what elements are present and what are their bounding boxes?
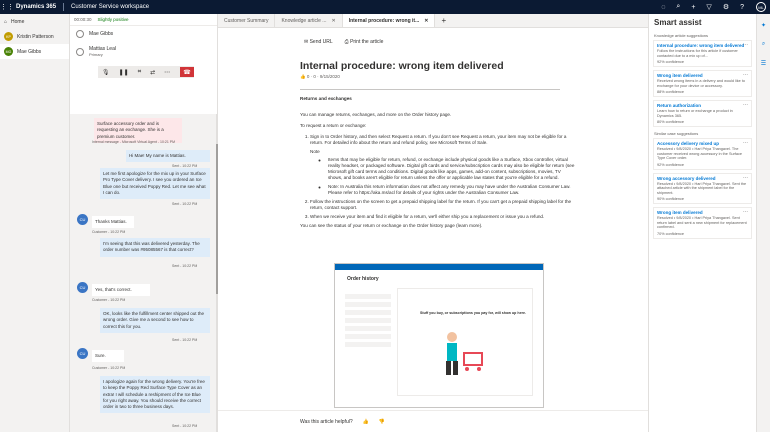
search-icon[interactable]: ⌕ [676,3,680,11]
more-icon[interactable]: ⋯ [743,102,748,108]
article-rating: 👍 0 · 0 · 9/15/2020 [300,74,340,79]
agent-message: OK, looks like the fulfillment center sh… [100,308,210,333]
agent-message: I'm seeing that this was delivered yeste… [100,238,210,257]
party-customer: Mae Gibbs [70,26,217,42]
help-icon[interactable]: ? [740,4,744,11]
more-icon[interactable]: ⋯ [743,209,748,215]
agent-message: Hi Mae! My name is Mattias. [126,150,210,163]
customer-avatar: CU [77,282,88,293]
note-bullet: Items that may be eligible for return, r… [328,157,576,181]
thumbs-down-icon[interactable]: 👎 [379,419,385,425]
end-call-button[interactable]: ☎ [180,67,194,77]
customer-message: Yes, that's correct. [92,284,150,297]
more-icon[interactable]: ⋯ [743,140,748,146]
right-rail: ✦ ⌕ ☰ [756,14,770,432]
more-icon[interactable]: ⋯ [164,69,170,76]
shopping-illustration [446,332,483,375]
close-icon[interactable]: ✕ [424,18,428,24]
thumbs-up-icon[interactable]: 👍 [363,419,369,425]
script-icon[interactable]: ☰ [761,60,766,67]
top-bar: ⋮⋮ Dynamics 365 Customer Service workspa… [0,0,770,14]
conversation-panel: 00:00:30 Slightly positive Mae Gibbs Mat… [70,14,218,432]
tab-customer-summary[interactable]: Customer Summary [218,14,276,27]
step-1: Sign in to Order history, and then selec… [310,134,576,146]
tab-internal-procedure[interactable]: Internal procedure: wrong it... ✕ [342,14,436,27]
order-history-screenshot: Order history Stuff you buy, or subscrip… [334,263,544,408]
person-icon [76,30,84,38]
timer: 00:00:30 [74,17,92,22]
transfer-icon[interactable]: ⇄ [150,69,155,76]
home-icon: ⌂ [4,18,8,25]
send-url-button[interactable]: ✉ Send URL [304,39,333,45]
person-icon [76,48,84,56]
app-launcher-icon[interactable]: ⋮⋮ [0,3,14,11]
sentiment: Slightly positive [97,17,129,22]
step-3: When we receive your item and find it el… [310,214,576,220]
smart-assist-icon[interactable]: ✦ [761,22,766,29]
filter-icon[interactable]: ▽ [706,3,711,11]
case-card[interactable]: ⋯ Wrong accessory delivered Resolved • 9/8… [653,172,752,204]
customer-message: Sure. [92,350,124,363]
note-bullet: Note: In Australia this return informati… [328,184,576,196]
kb-card[interactable]: ⋯ Internal procedure: wrong item delivere… [653,40,752,67]
keypad-icon[interactable]: ⌗ [138,69,141,76]
transcript: Surface accessory order and is requestin… [70,114,218,432]
lightbulb-icon[interactable]: ◌ [661,4,665,11]
lead-text: To request a return or exchange: [300,123,367,128]
note-label: Note [310,149,320,154]
settings-icon[interactable]: ⚙ [723,3,729,11]
case-card[interactable]: ⋯ Wrong item delivered Resolved • 9/8/2020… [653,207,752,239]
add-tab-button[interactable]: + [435,14,452,27]
hold-icon[interactable]: ❚❚ [119,69,129,76]
session-mae[interactable]: MG Mae Gibbs [0,44,69,59]
article-title: Internal procedure: wrong item delivered [300,60,504,72]
intro-text: You can manage returns, exchanges, and m… [300,112,452,117]
smart-assist-panel: Smart assist Knowledge article suggestio… [648,14,756,432]
feedback-bar: Was this article helpful? 👍 👎 [218,410,648,432]
article-body: Returns and exchanges You can manage ret… [300,86,576,234]
outro-text: You can see the status of your return or… [300,223,483,228]
similar-section-label: Similar case suggestions [654,131,699,136]
more-icon[interactable]: ⋯ [743,42,748,48]
session-kristin[interactable]: KP Kristin Patterson [0,29,69,44]
more-icon[interactable]: ⋯ [743,175,748,181]
conversation-header: 00:00:30 Slightly positive [70,14,217,26]
brand-name: Dynamics 365 [16,4,57,10]
close-icon[interactable]: ✕ [331,18,335,24]
mic-icon[interactable]: 🎙 [102,69,110,76]
kb-card[interactable]: ⋯ Wrong item delivered Received wrong item… [653,70,752,97]
app-name: Customer Service workspace [71,4,150,10]
nav-home[interactable]: ⌂ Home [0,14,69,29]
more-icon[interactable]: ⋯ [743,72,748,78]
call-toolbar: 🎙 ❚❚ ⌗ ⇄ ⋯ ☎ [98,66,194,78]
party-agent: Mattias Leal Primary [70,42,217,62]
user-avatar[interactable]: ML [756,2,766,12]
kb-section-label: Knowledge article suggestions [654,33,709,38]
step-2: Follow the instructions on the screen to… [310,199,576,211]
article-panel: ✉ Send URL ⎙ Print the article Internal … [218,28,648,432]
customer-message: Thanks Mattias. [92,216,134,229]
agent-message: I apologize again for the wrong delivery… [100,376,210,414]
print-button[interactable]: ⎙ Print the article [345,39,384,45]
section-heading: Returns and exchanges [300,96,352,101]
tab-knowledge-article[interactable]: Knowledge article ... ✕ [275,14,343,27]
add-icon[interactable]: + [691,4,695,11]
smart-assist-title: Smart assist [654,18,702,27]
session-badge: KP [4,32,13,41]
agent-message: Let me first apologize for the mix up in… [100,168,210,200]
kb-card[interactable]: ⋯ Return authorization Learn how to return… [653,100,752,127]
customer-avatar: CU [77,214,88,225]
session-badge: MG [4,47,13,56]
knowledge-icon[interactable]: ⌕ [762,41,765,48]
session-nav: ⌂ Home KP Kristin Patterson MG Mae Gibbs [0,14,70,432]
tab-strip: Customer Summary Knowledge article ... ✕ … [218,14,648,28]
customer-avatar: CU [77,348,88,359]
case-card[interactable]: ⋯ Accessory delivery mixed up Resolved • 9… [653,138,752,170]
